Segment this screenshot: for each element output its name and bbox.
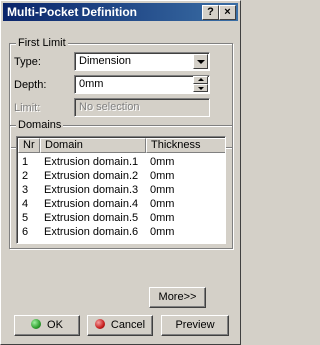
limit-label: Limit: — [14, 102, 41, 114]
row-domain: Extrusion domain.4 — [44, 198, 139, 210]
type-value: Dimension — [79, 55, 131, 67]
red-ball-icon — [94, 319, 105, 329]
column-header-domain[interactable]: Domain — [40, 138, 146, 153]
help-icon: ? — [207, 6, 214, 18]
depth-spin-up[interactable] — [193, 76, 208, 84]
row-nr: 1 — [22, 156, 29, 168]
limit-placeholder: No selection — [79, 101, 140, 113]
column-header-nr[interactable]: Nr — [18, 138, 40, 153]
row-domain: Extrusion domain.2 — [44, 170, 139, 182]
ok-label: OK — [47, 319, 63, 331]
close-icon: × — [224, 6, 231, 18]
column-header-thickness[interactable]: Thickness — [146, 138, 225, 153]
more-button[interactable]: More>> — [149, 287, 206, 308]
row-domain: Extrusion domain.1 — [44, 156, 139, 168]
type-dropdown[interactable]: Dimension — [74, 52, 210, 71]
row-nr: 3 — [22, 184, 29, 196]
row-thickness: 0mm — [150, 184, 175, 196]
depth-label: Depth: — [14, 79, 47, 91]
row-thickness: 0mm — [150, 198, 175, 210]
green-ball-icon — [31, 319, 42, 329]
row-thickness: 0mm — [150, 212, 175, 224]
arrow-down-icon — [198, 87, 204, 90]
first-limit-legend: First Limit — [16, 37, 68, 49]
dialog-title: Multi-Pocket Definition — [7, 5, 137, 19]
cancel-button[interactable]: Cancel — [87, 315, 153, 336]
help-button[interactable]: ? — [202, 5, 219, 20]
preview-button[interactable]: Preview — [161, 315, 229, 336]
row-nr: 2 — [22, 170, 29, 182]
row-nr: 6 — [22, 226, 29, 238]
row-thickness: 0mm — [150, 226, 175, 238]
domains-legend: Domains — [16, 119, 64, 131]
row-domain: Extrusion domain.6 — [44, 226, 139, 238]
type-label: Type: — [14, 56, 41, 68]
multi-pocket-dialog: Multi-Pocket Definition ? × First Limit … — [0, 0, 241, 345]
depth-input[interactable]: 0mm — [74, 75, 210, 94]
arrow-up-icon — [198, 78, 204, 81]
row-thickness: 0mm — [150, 170, 175, 182]
row-thickness: 0mm — [150, 156, 175, 168]
row-nr: 4 — [22, 198, 29, 210]
domains-group: Domains Nr Domain Thickness 1 Extrusion … — [9, 119, 233, 249]
row-domain: Extrusion domain.3 — [44, 184, 139, 196]
depth-spin-down[interactable] — [193, 84, 208, 92]
domains-table[interactable]: Nr Domain Thickness 1 Extrusion domain.1… — [16, 136, 226, 244]
cancel-label: Cancel — [110, 319, 146, 331]
chevron-down-icon — [197, 60, 205, 64]
title-bar[interactable]: Multi-Pocket Definition ? × — [3, 3, 238, 21]
type-dropdown-button[interactable] — [193, 54, 208, 69]
depth-value: 0mm — [79, 78, 104, 90]
ok-button[interactable]: OK — [14, 315, 80, 336]
row-domain: Extrusion domain.5 — [44, 212, 139, 224]
close-button[interactable]: × — [219, 5, 236, 20]
limit-field[interactable]: No selection — [74, 98, 210, 117]
row-nr: 5 — [22, 212, 29, 224]
